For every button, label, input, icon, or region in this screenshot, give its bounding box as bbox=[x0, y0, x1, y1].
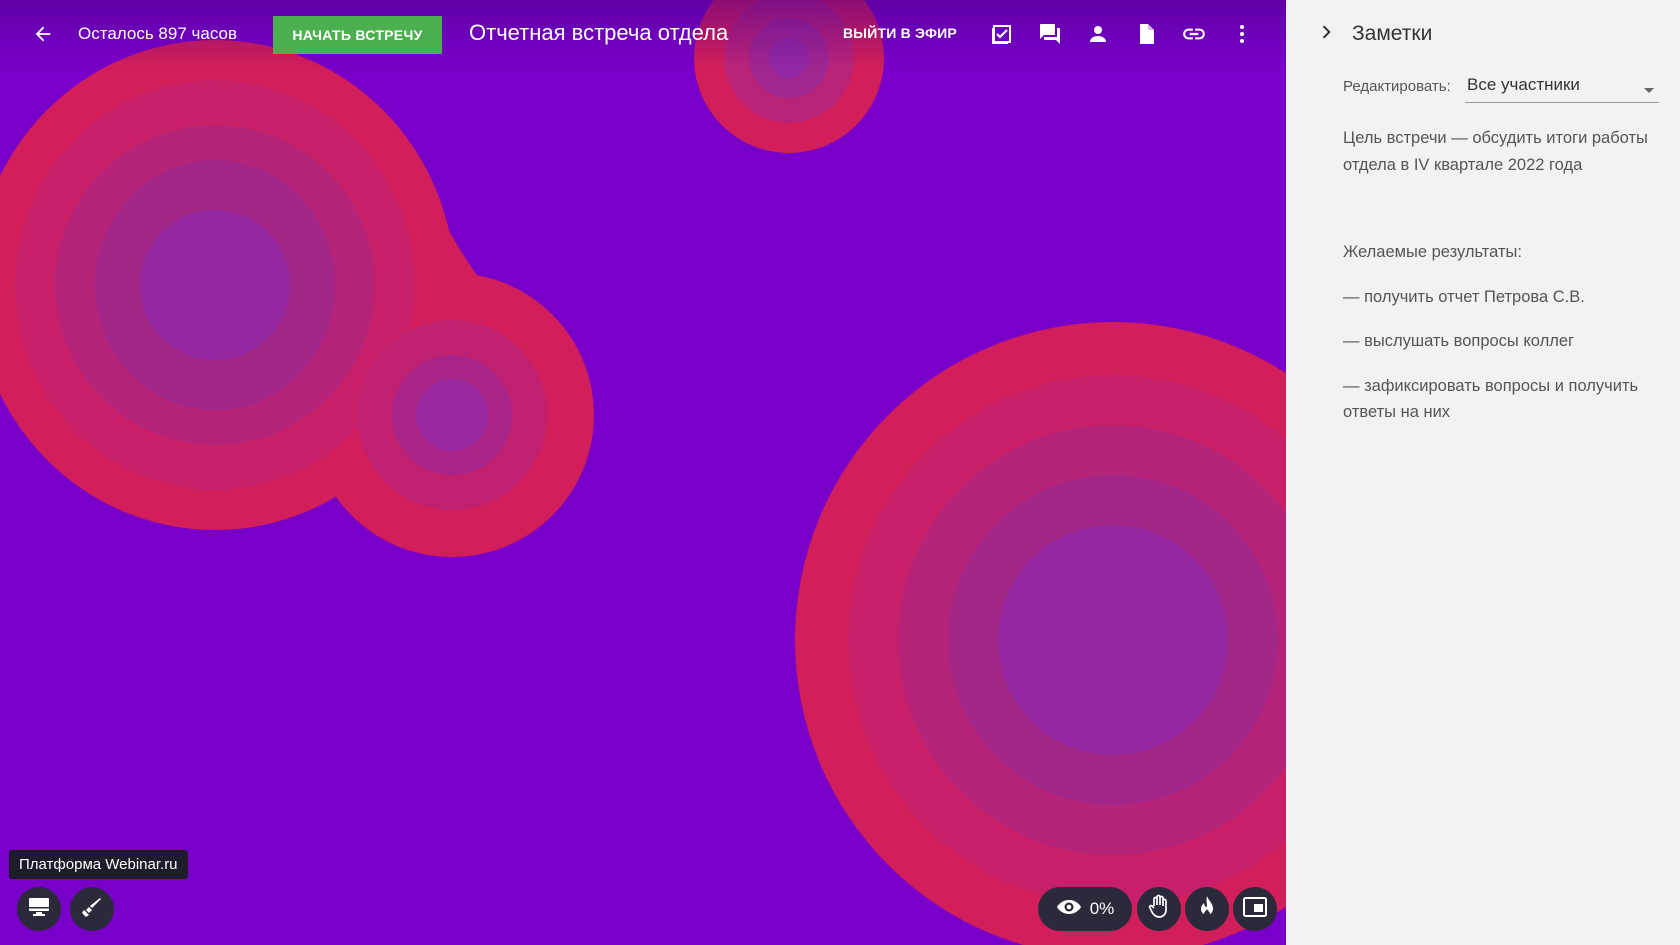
picture-in-picture-button[interactable] bbox=[1233, 887, 1277, 931]
checklist-icon[interactable] bbox=[982, 14, 1022, 54]
left-blob bbox=[0, 40, 594, 557]
draw-tool-button[interactable] bbox=[70, 887, 114, 931]
monitor-icon bbox=[27, 895, 51, 924]
flame-icon bbox=[1196, 895, 1218, 924]
go-live-button[interactable]: ВЫЙТИ В ЭФИР bbox=[843, 25, 957, 41]
notes-bullet: — зафиксировать вопросы и получить ответ… bbox=[1343, 376, 1639, 422]
chevron-down-icon bbox=[1643, 82, 1655, 100]
raise-hand-icon bbox=[1147, 894, 1171, 925]
notes-paragraph: Желаемые результаты: bbox=[1343, 243, 1522, 261]
notes-bullet: — получить отчет Петрова С.В. bbox=[1343, 287, 1585, 306]
person-icon[interactable] bbox=[1078, 14, 1118, 54]
viewers-indicator[interactable]: 0% bbox=[1038, 887, 1132, 931]
panel-title: Заметки bbox=[1352, 22, 1433, 45]
link-icon[interactable] bbox=[1174, 14, 1214, 54]
time-left-label: Осталось 897 часов bbox=[78, 24, 237, 43]
notes-content[interactable]: Цель встречи — обсудить итоги работы отд… bbox=[1343, 125, 1648, 426]
arrow-back-icon[interactable] bbox=[23, 14, 63, 54]
screen-share-button[interactable] bbox=[17, 887, 61, 931]
document-icon[interactable] bbox=[1126, 14, 1166, 54]
collapse-panel-button[interactable] bbox=[1306, 14, 1346, 54]
viewers-percent: 0% bbox=[1089, 899, 1115, 918]
edit-permission-label: Редактировать: bbox=[1343, 78, 1451, 95]
meeting-title: Отчетная встреча отдела bbox=[469, 20, 729, 45]
raise-hand-button[interactable] bbox=[1137, 887, 1181, 931]
bottom-right-blob bbox=[795, 322, 1286, 945]
background-blobs bbox=[0, 0, 1286, 945]
more-vert-icon[interactable] bbox=[1222, 14, 1262, 54]
reaction-button[interactable] bbox=[1185, 887, 1229, 931]
chat-icon[interactable] bbox=[1030, 14, 1070, 54]
notes-paragraph: Цель встречи — обсудить итоги работы отд… bbox=[1343, 129, 1648, 174]
top-bar: Осталось 897 часов НАЧАТЬ ВСТРЕЧУ Отчетн… bbox=[0, 0, 1286, 68]
notes-panel: Заметки Редактировать: Все участники Цел… bbox=[1286, 0, 1680, 945]
eye-icon bbox=[1056, 897, 1082, 922]
notes-bullet: — выслушать вопросы коллег bbox=[1343, 332, 1575, 350]
edit-permission-value: Все участники bbox=[1467, 75, 1580, 94]
video-stage: Осталось 897 часов НАЧАТЬ ВСТРЕЧУ Отчетн… bbox=[0, 0, 1286, 945]
chevron-right-icon bbox=[1316, 22, 1336, 47]
edit-permission-select[interactable]: Все участники bbox=[1465, 72, 1659, 103]
start-meeting-button[interactable]: НАЧАТЬ ВСТРЕЧУ bbox=[273, 16, 442, 54]
picture-in-picture-icon bbox=[1242, 896, 1268, 923]
platform-brand-label: Платформа Webinar.ru bbox=[9, 850, 188, 879]
brush-icon bbox=[80, 895, 104, 924]
